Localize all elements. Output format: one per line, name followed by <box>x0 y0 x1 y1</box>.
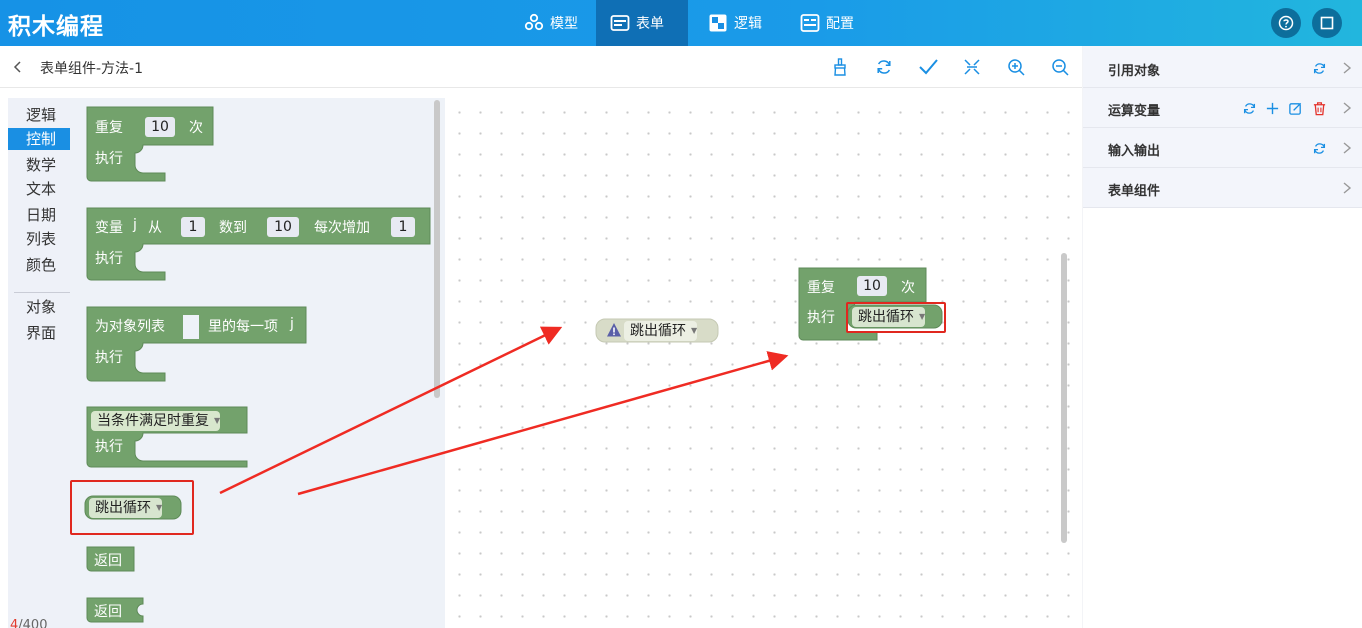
right-panel: 引用对象 运算变量 输入输出 表单组件 <box>1083 46 1362 628</box>
section-form-components[interactable]: 表单组件 <box>1083 168 1362 208</box>
refresh-icon[interactable] <box>1312 141 1327 156</box>
section-referenced-objects-label: 引用对象 <box>1108 64 1161 79</box>
refresh-icon[interactable] <box>1242 101 1257 116</box>
section-referenced-objects[interactable]: 引用对象 <box>1083 48 1362 88</box>
chevron-right-icon[interactable] <box>1341 61 1353 75</box>
help-icon <box>1278 15 1294 31</box>
annotation-arrows <box>219 326 789 496</box>
refresh-icon[interactable] <box>1312 61 1327 76</box>
section-input-output-label: 输入输出 <box>1108 144 1161 159</box>
delete-icon[interactable] <box>1312 101 1327 116</box>
chevron-right-icon[interactable] <box>1341 141 1353 155</box>
fullscreen-icon <box>1320 16 1334 30</box>
edit-icon[interactable] <box>1288 101 1303 116</box>
chevron-right-icon[interactable] <box>1341 101 1353 115</box>
section-input-output[interactable]: 输入输出 <box>1083 128 1362 168</box>
section-form-components-label: 表单组件 <box>1108 184 1161 199</box>
help-button[interactable] <box>1271 8 1301 38</box>
right-panel-empty-area <box>1083 208 1362 628</box>
section-operation-variables[interactable]: 运算变量 <box>1083 88 1362 128</box>
add-icon[interactable] <box>1265 101 1280 116</box>
section-operation-variables-label: 运算变量 <box>1108 104 1161 119</box>
chevron-right-icon[interactable] <box>1341 181 1353 195</box>
arrow-to-repeat-break <box>297 351 789 496</box>
fullscreen-button[interactable] <box>1312 8 1342 38</box>
